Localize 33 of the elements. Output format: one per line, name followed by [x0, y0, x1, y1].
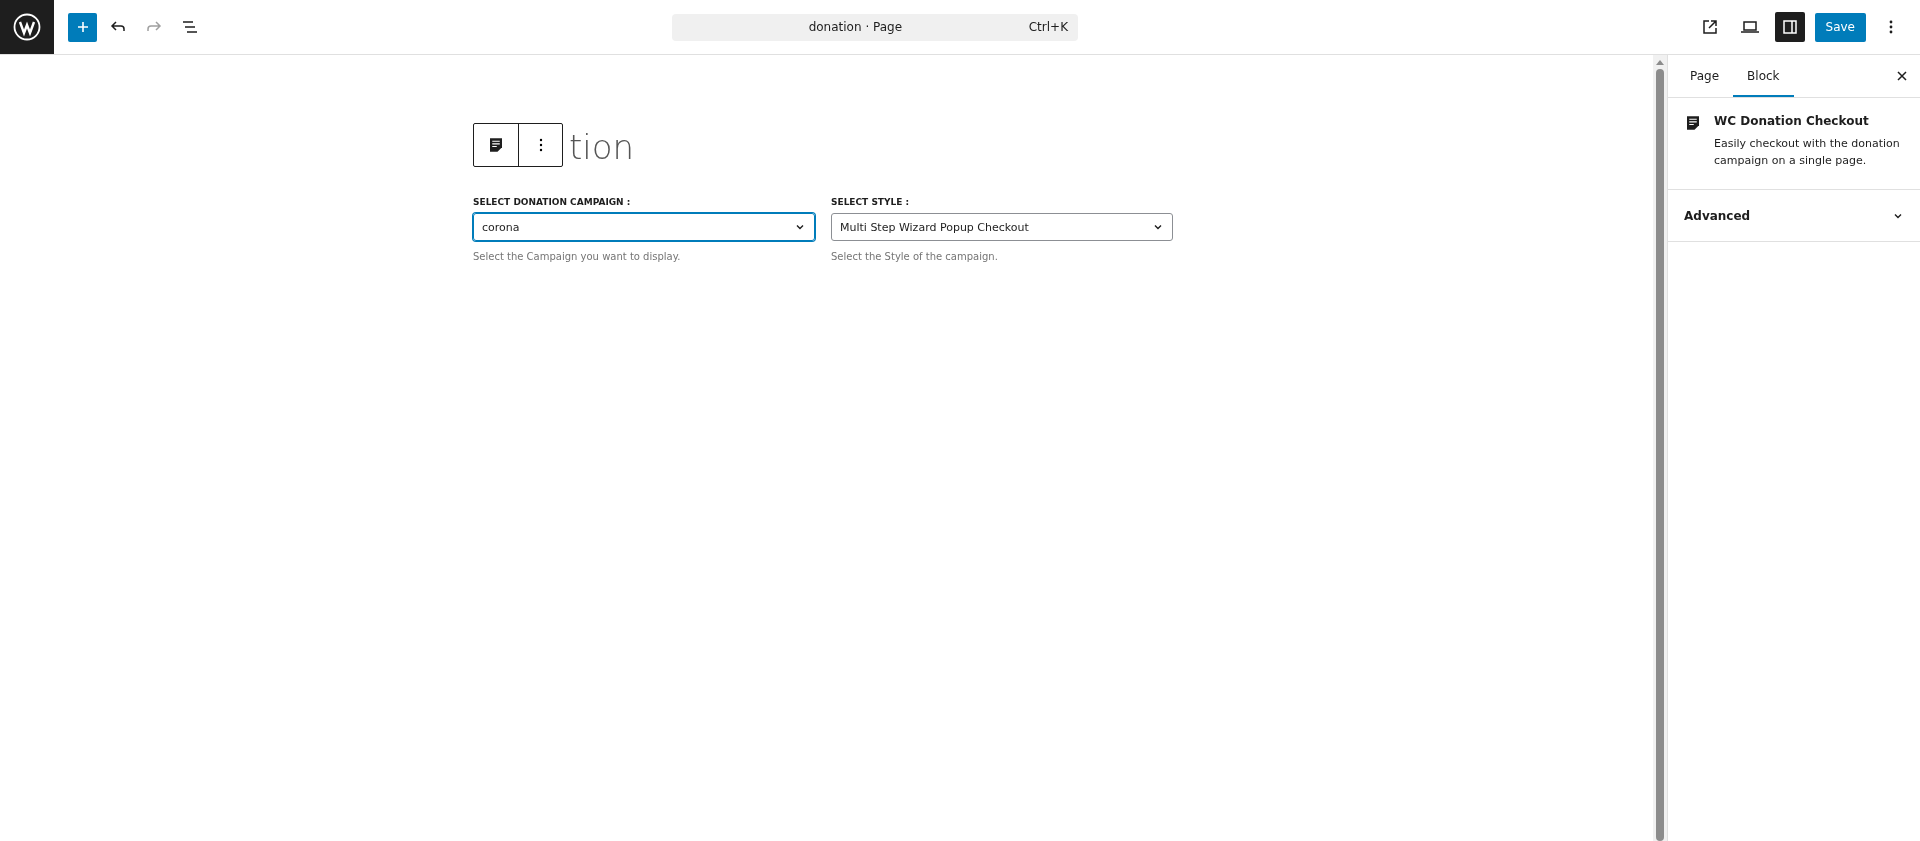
- document-title: donation · Page: [807, 20, 904, 34]
- select-field[interactable]: corona: [473, 213, 815, 241]
- sidebar-tab[interactable]: Page: [1676, 55, 1734, 97]
- sidebar-icon: [1780, 18, 1799, 36]
- close-icon: [1896, 70, 1908, 82]
- shortcut-hint: Ctrl+K: [1028, 20, 1068, 34]
- page-title[interactable]: tion: [569, 127, 635, 167]
- list-icon: [181, 18, 199, 36]
- block-description: Easily checkout with the donation campaign on a single page.: [1714, 136, 1901, 169]
- laptop-icon: [1739, 18, 1760, 36]
- block-name: WC Donation Checkout: [1714, 114, 1870, 128]
- help-text: Select the Style of the campaign.: [831, 251, 999, 262]
- field-label: SELECT DONATION CAMPAIGN :: [473, 197, 632, 207]
- wordpress-logo[interactable]: [0, 0, 54, 54]
- wordpress-icon: [13, 13, 41, 41]
- more-icon: [1889, 19, 1893, 35]
- block-icon: [1684, 114, 1702, 132]
- field-label: SELECT STYLE :: [831, 197, 911, 207]
- select-field[interactable]: Multi Step Wizard Popup Checkout: [831, 213, 1173, 241]
- more-icon: [538, 138, 543, 152]
- external-link-icon: [1700, 18, 1719, 36]
- settings-toggle-button[interactable]: [1774, 12, 1805, 42]
- save-button[interactable]: Save: [1814, 12, 1866, 42]
- document-icon: [487, 136, 505, 154]
- scrollbar[interactable]: [1653, 55, 1668, 841]
- help-text: Select the Campaign you want to display.: [473, 251, 682, 262]
- panel-header[interactable]: Advanced: [1668, 190, 1920, 242]
- plus-icon: [75, 20, 90, 34]
- command-bar[interactable]: donation · Page Ctrl+K: [672, 13, 1078, 41]
- scroll-up-icon: [1656, 59, 1664, 65]
- sidebar-tab[interactable]: Block: [1733, 55, 1794, 97]
- add-block-button[interactable]: [68, 12, 97, 42]
- scrollbar-thumb[interactable]: [1656, 69, 1664, 841]
